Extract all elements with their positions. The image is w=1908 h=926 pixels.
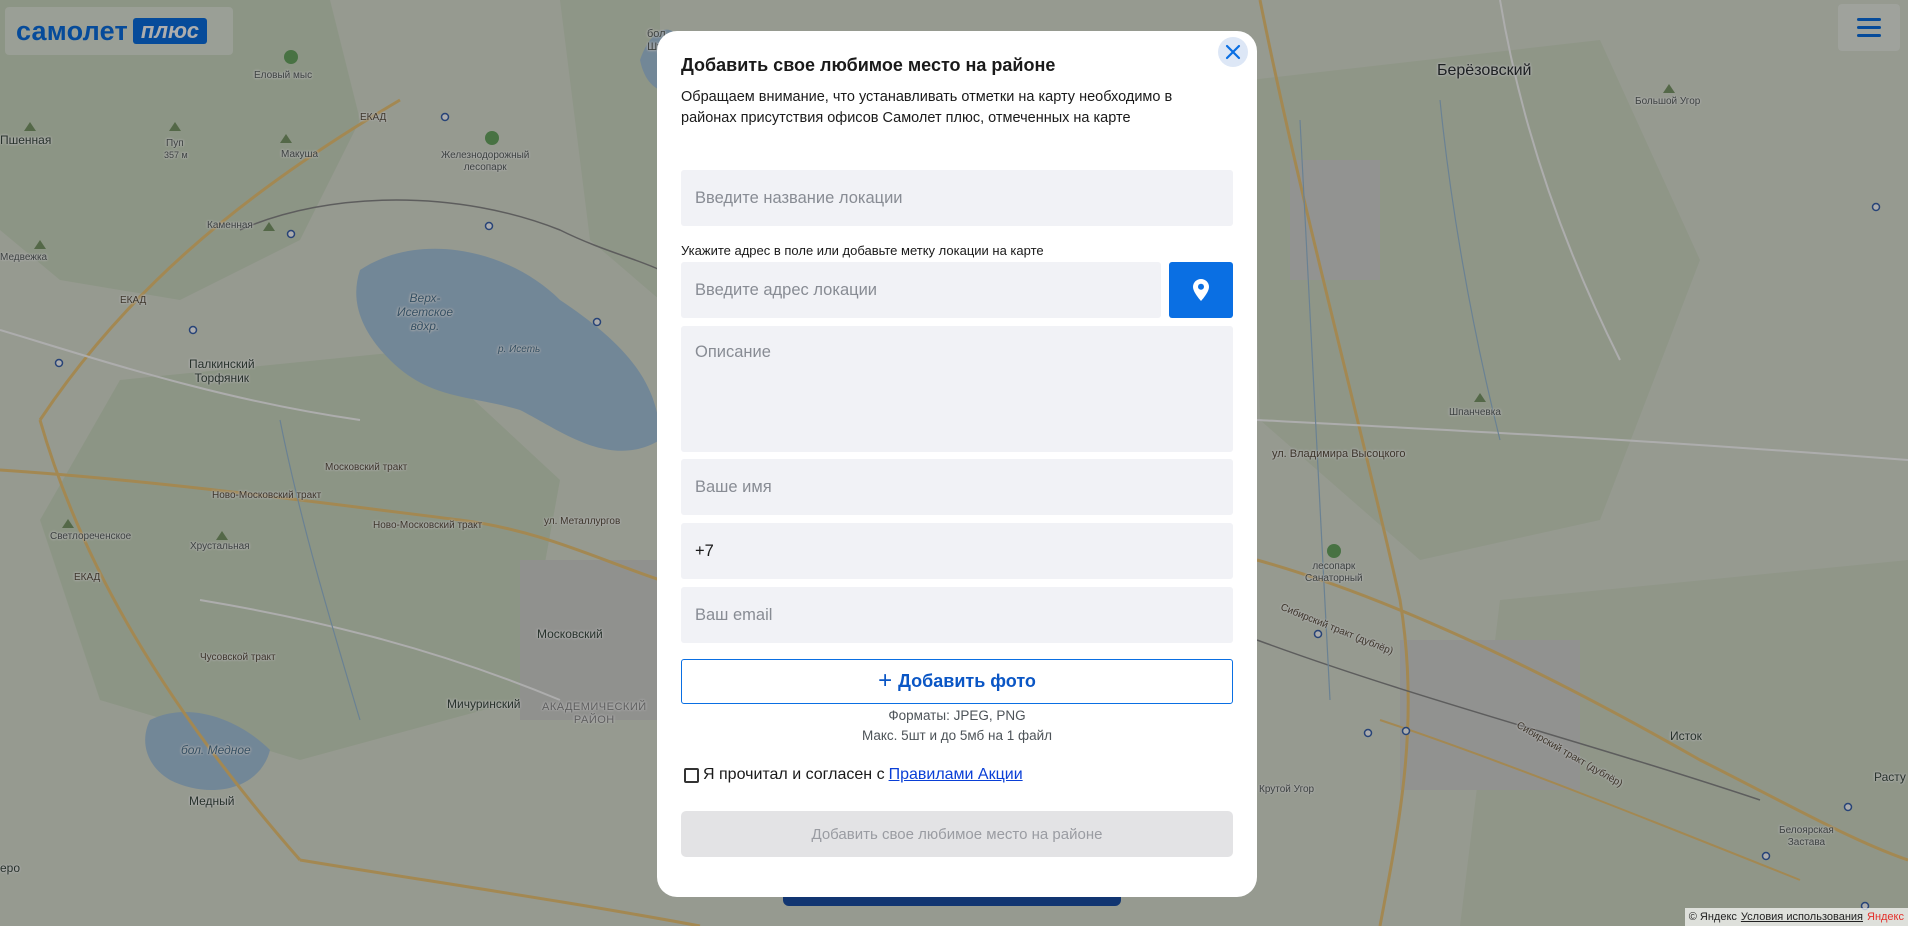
map-pin-icon bbox=[1193, 279, 1209, 301]
email-input[interactable] bbox=[681, 587, 1233, 643]
name-input[interactable] bbox=[681, 459, 1233, 515]
address-input[interactable] bbox=[681, 262, 1161, 318]
attribution-terms-link[interactable]: Условия использования bbox=[1741, 911, 1863, 923]
add-photo-button[interactable]: + Добавить фото bbox=[681, 659, 1233, 704]
add-place-modal: Добавить свое любимое место на районе Об… bbox=[657, 31, 1257, 897]
description-textarea[interactable] bbox=[681, 326, 1233, 452]
address-hint: Укажите адрес в поле или добавьте метку … bbox=[681, 243, 1044, 258]
attribution-yandex-logo[interactable]: Яндекс bbox=[1867, 911, 1904, 923]
map-attribution: © Яндекс Условия использования Яндекс bbox=[1684, 908, 1908, 926]
rules-link[interactable]: Правилами Акции bbox=[889, 766, 1023, 784]
phone-input[interactable] bbox=[681, 523, 1233, 579]
close-icon bbox=[1225, 44, 1241, 60]
formats-line-1: Форматы: JPEG, PNG bbox=[888, 708, 1026, 723]
modal-note: Обращаем внимание, что устанавливать отм… bbox=[681, 88, 1173, 127]
modal-title: Добавить свое любимое место на районе bbox=[681, 55, 1056, 75]
consent-text: Я прочитал и согласен с bbox=[703, 766, 885, 783]
attribution-copyright: © Яндекс bbox=[1688, 911, 1737, 923]
location-name-input[interactable] bbox=[681, 170, 1233, 226]
address-row bbox=[681, 262, 1233, 318]
add-photo-label: Добавить фото bbox=[898, 671, 1036, 691]
map-pin-button[interactable] bbox=[1169, 262, 1233, 318]
plus-icon: + bbox=[878, 666, 893, 694]
submit-button[interactable]: Добавить свое любимое место на районе bbox=[681, 811, 1233, 857]
photo-formats-info: Форматы: JPEG, PNG Макс. 5шт и до 5мб на… bbox=[681, 706, 1233, 747]
close-button[interactable] bbox=[1218, 37, 1248, 67]
consent-checkbox[interactable] bbox=[684, 767, 699, 783]
formats-line-2: Макс. 5шт и до 5мб на 1 файл bbox=[861, 728, 1053, 744]
consent-row: Я прочитал и согласен с Правилами Акции bbox=[681, 766, 1023, 784]
